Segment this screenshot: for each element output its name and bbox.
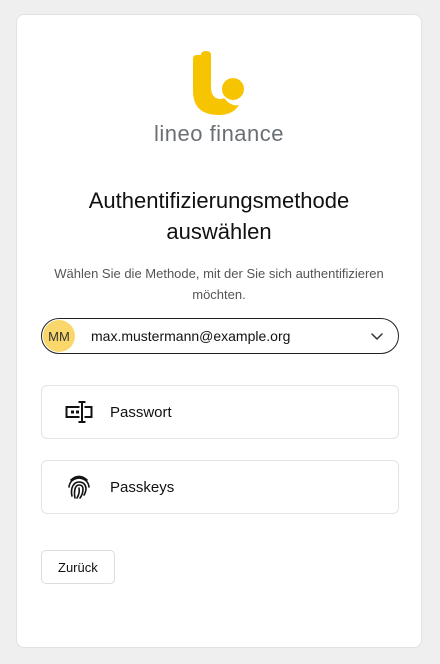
avatar: MM [43,320,75,352]
back-button[interactable]: Zurück [41,550,115,584]
method-label: Passkeys [110,478,175,496]
login-card: lineo finance Authentifizierungsmethode … [16,14,422,648]
method-password[interactable]: Passwort [41,385,399,439]
method-label: Passwort [110,403,172,421]
lineo-logo-icon [193,51,244,115]
password-icon [64,397,94,427]
brand-logo: lineo finance [17,51,421,147]
account-selector[interactable]: MM max.mustermann@example.org [41,318,399,354]
page-subtitle: Wählen Sie die Methode, mit der Sie sich… [54,266,384,302]
page-title: Authentifizierungsmethode auswählen [88,188,350,244]
brand-name: lineo finance [153,121,285,146]
method-passkeys[interactable]: Passkeys [41,460,399,514]
account-email: max.mustermann@example.org [91,328,291,344]
fingerprint-icon [64,472,94,502]
chevron-down-icon [371,333,383,340]
